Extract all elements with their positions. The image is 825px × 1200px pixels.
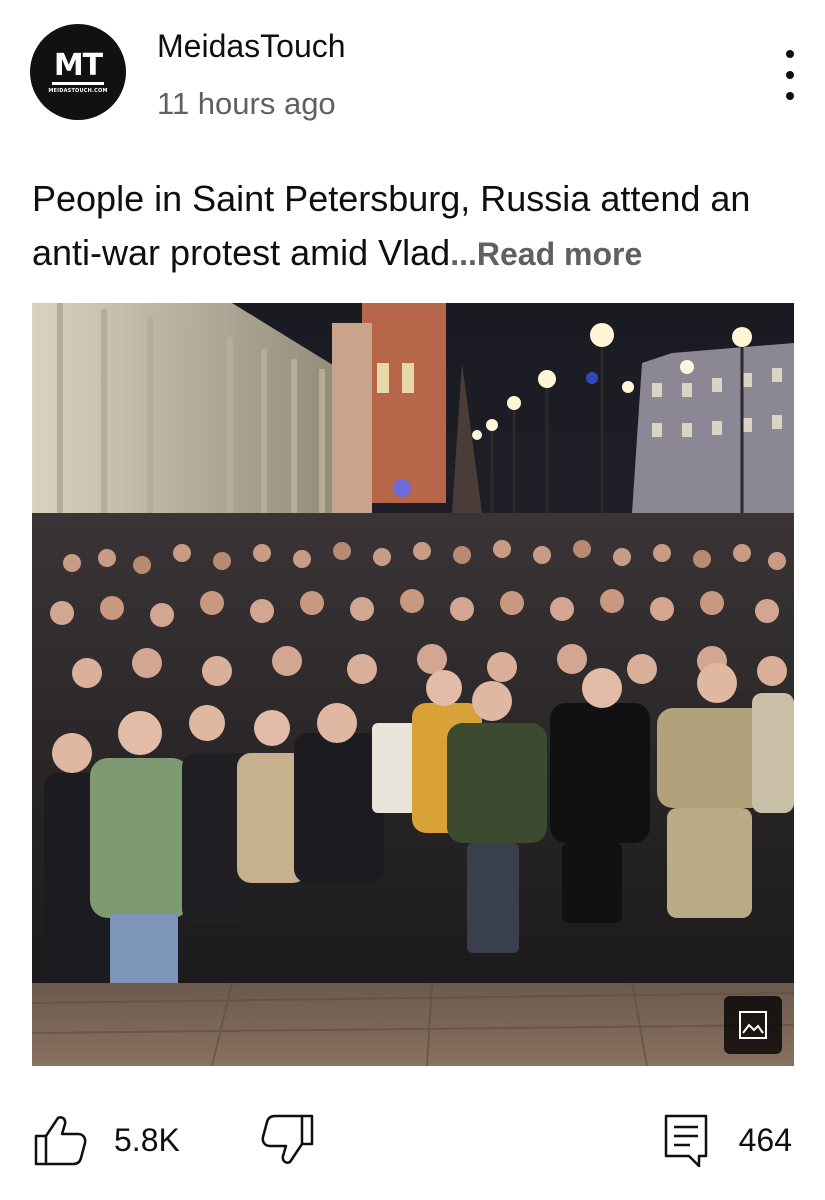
comment-icon <box>664 1114 707 1168</box>
image-icon <box>739 1011 767 1039</box>
post-text: People in Saint Petersburg, Russia atten… <box>32 172 802 281</box>
comment-button[interactable]: 464 <box>663 1112 792 1168</box>
like-button[interactable]: 5.8K <box>32 1112 180 1168</box>
post-text-body: People in Saint Petersburg, Russia atten… <box>32 178 751 273</box>
comment-count: 464 <box>738 1121 792 1158</box>
more-options-button[interactable] <box>780 50 800 100</box>
ellipsis: ... <box>450 236 477 272</box>
post-header: MT MEIDASTOUCH.COM MeidasTouch 11 hours … <box>30 24 800 124</box>
dislike-button[interactable] <box>260 1112 316 1173</box>
read-more-link[interactable]: Read more <box>477 236 642 272</box>
post-image[interactable] <box>32 303 794 1066</box>
avatar-url-text: MEIDASTOUCH.COM <box>48 87 108 94</box>
protest-photo <box>32 303 794 1066</box>
thumbs-down-icon <box>261 1114 314 1164</box>
thumbs-up-icon <box>34 1116 87 1166</box>
channel-name[interactable]: MeidasTouch <box>157 28 346 65</box>
channel-avatar[interactable]: MT MEIDASTOUCH.COM <box>30 24 126 120</box>
post-time: 11 hours ago <box>157 86 336 121</box>
post-actions: 5.8K 464 <box>32 1112 792 1176</box>
more-vert-icon <box>786 50 794 58</box>
avatar-monogram: MT <box>51 47 105 85</box>
image-gallery-button[interactable] <box>724 996 782 1054</box>
like-count: 5.8K <box>114 1121 180 1158</box>
